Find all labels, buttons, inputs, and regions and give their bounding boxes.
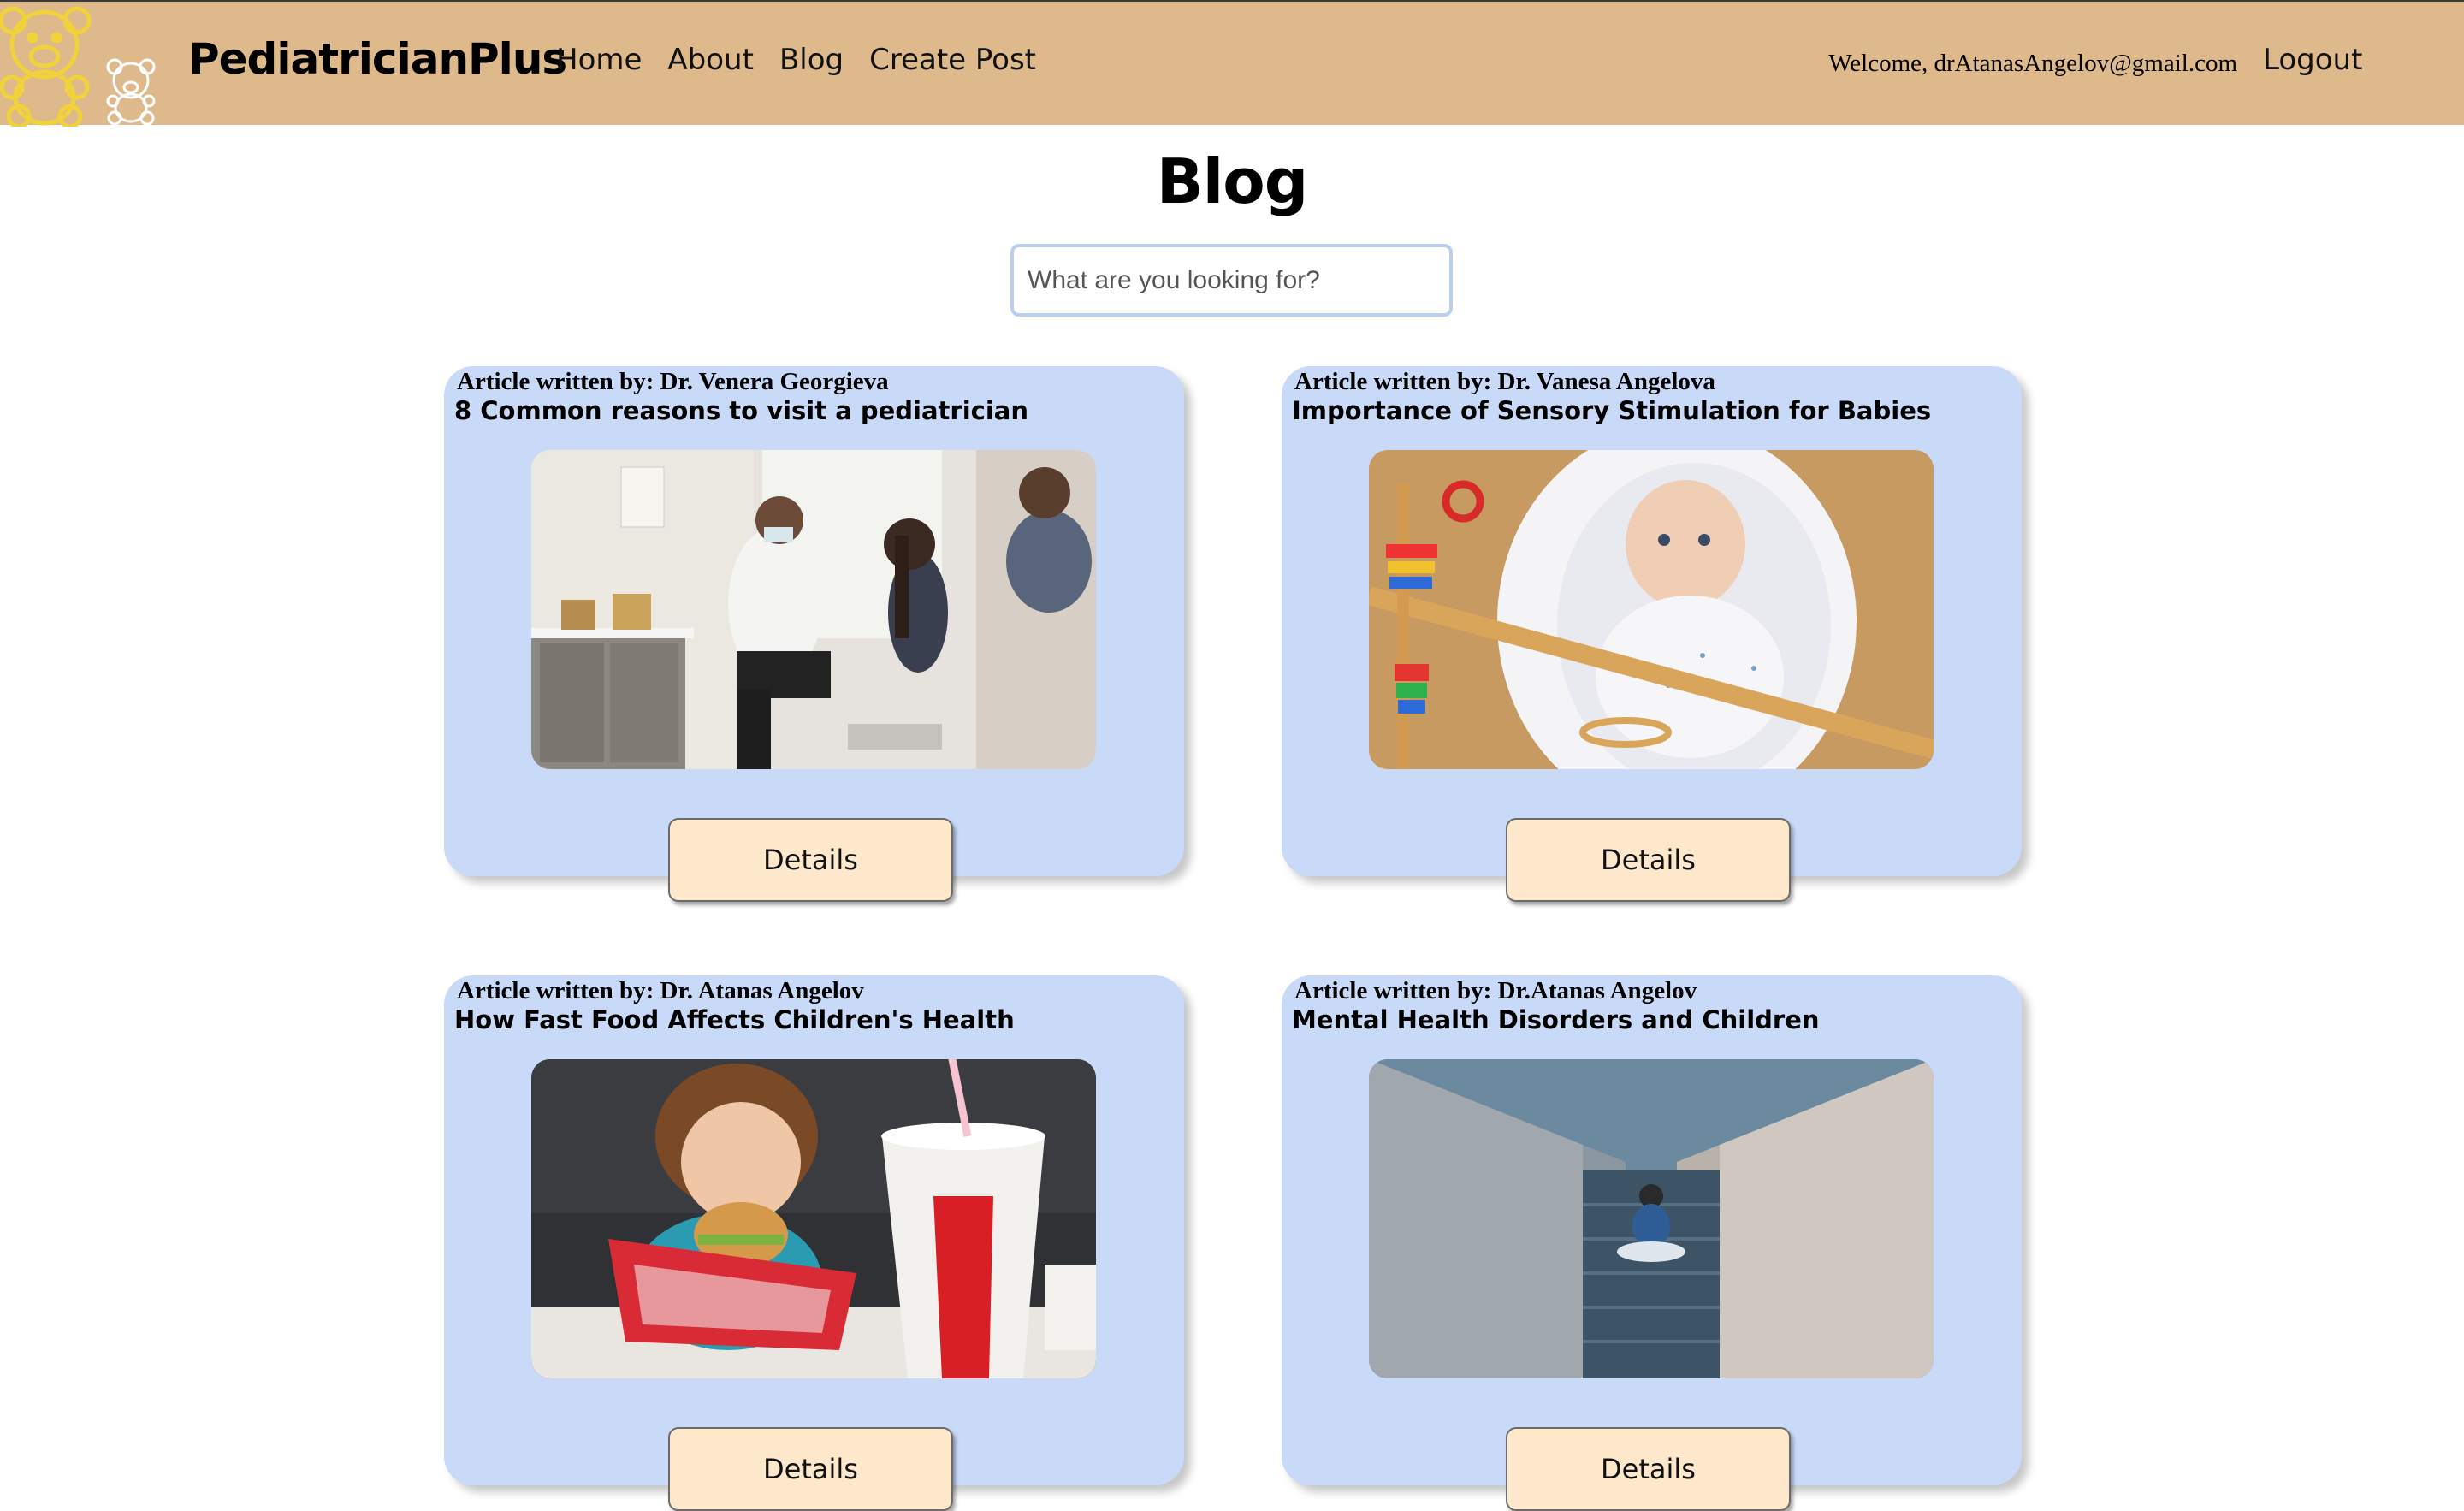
details-button[interactable]: Details <box>668 818 953 902</box>
logo[interactable] <box>0 2 171 129</box>
post-title: 8 Common reasons to visit a pediatrician <box>454 396 1029 425</box>
post-author: Article written by: Dr. Venera Georgieva <box>457 368 889 395</box>
details-button[interactable]: Details <box>1506 818 1791 902</box>
child-eating-burger-photo <box>531 1059 1096 1378</box>
post-title: Mental Health Disorders and Children <box>1292 1005 1820 1034</box>
post-title: How Fast Food Affects Children's Health <box>454 1005 1015 1034</box>
details-button[interactable]: Details <box>1506 1427 1791 1511</box>
teddy-bear-logo-icon <box>0 6 156 129</box>
nav-link-create-post[interactable]: Create Post <box>869 43 1036 77</box>
post-author: Article written by: Dr.Atanas Angelov <box>1294 977 1697 1004</box>
brand-name[interactable]: PediatricianPlus <box>188 34 567 84</box>
blog-post-card: Article written by: Dr. Venera Georgieva… <box>444 366 1184 902</box>
blog-post-card: Article written by: Dr. Atanas Angelov H… <box>444 975 1184 1511</box>
main-nav: Home About Blog Create Post <box>556 43 1036 77</box>
page-title: Blog <box>1156 145 1309 217</box>
teddy-bear-small-icon <box>106 58 156 126</box>
search-input[interactable] <box>1010 244 1453 317</box>
nav-link-home[interactable]: Home <box>556 43 642 77</box>
doctor-visit-photo <box>531 450 1096 769</box>
baby-photo <box>1369 450 1934 769</box>
post-author: Article written by: Dr. Atanas Angelov <box>457 977 864 1004</box>
navbar: PediatricianPlus Home About Blog Create … <box>0 0 2464 129</box>
child-on-stairs-photo <box>1369 1059 1934 1378</box>
logout-link[interactable]: Logout <box>2263 43 2362 77</box>
blog-post-card: Article written by: Dr.Atanas Angelov Me… <box>1282 975 2022 1511</box>
post-title: Importance of Sensory Stimulation for Ba… <box>1292 396 1932 425</box>
post-author: Article written by: Dr. Vanesa Angelova <box>1294 368 1715 395</box>
nav-link-blog[interactable]: Blog <box>779 43 844 77</box>
nav-link-about[interactable]: About <box>667 43 754 77</box>
blog-post-card: Article written by: Dr. Vanesa Angelova … <box>1282 366 2022 902</box>
details-button[interactable]: Details <box>668 1427 953 1511</box>
welcome-message: Welcome, drAtanasAngelov@gmail.com <box>1828 50 2237 77</box>
